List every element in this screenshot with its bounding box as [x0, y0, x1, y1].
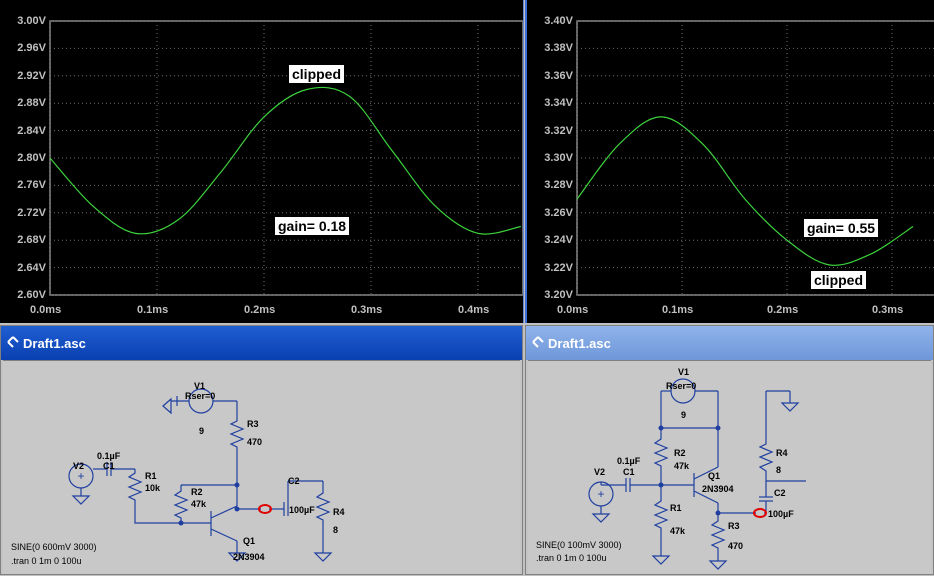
label-r2-left: R2 [191, 487, 203, 497]
y-tick-label: 3.24V [544, 234, 573, 247]
x-tick-label: 0.3ms [872, 304, 904, 316]
y-tick-label: 3.40V [544, 15, 573, 27]
ltspice-schematic-icon [7, 336, 19, 348]
label-c2-value-right: 100µF [768, 509, 794, 519]
y-tick-label: 3.30V [544, 152, 573, 164]
label-v2-left: V2 [73, 461, 84, 471]
plot-frame [576, 20, 934, 296]
label-v1-left: V1 [194, 381, 205, 391]
x-tick-label: 0.0ms [30, 304, 62, 316]
label-r1-value-left: 10k [145, 483, 161, 493]
annotation-gain-right: gain= 0.55 [804, 219, 879, 237]
schematic-canvas-right[interactable]: + V1 Rser=0 9 R2 47k Q1 2N3904 R4 8 0.1µ… [528, 360, 931, 574]
x-tick-label: 0.1ms [137, 304, 169, 316]
label-q1-right: Q1 [708, 471, 720, 481]
plot-canvas-right [576, 20, 934, 296]
y-tick-label: 2.80V [17, 152, 46, 164]
label-r4-left: R4 [333, 507, 345, 517]
y-tick-label: 2.96V [17, 42, 46, 55]
y-tick-label: 2.84V [17, 124, 46, 137]
y-tick-label: 2.64V [17, 261, 46, 274]
schematic-title-right: Draft1.asc [548, 336, 611, 351]
x-tick-label: 0.4ms [458, 304, 490, 316]
label-c2-value-left: 100µF [289, 505, 315, 515]
x-tick-label: 0.3ms [351, 304, 383, 316]
plot-canvas-left [49, 20, 523, 296]
circuit-diagram-right[interactable]: + V1 Rser=0 9 R2 47k Q1 2N3904 R4 8 0.1µ… [528, 361, 933, 576]
y-tick-label: 3.32V [544, 124, 573, 137]
label-r1-right: R1 [670, 503, 682, 513]
x-tick-label: 0.2ms [767, 304, 799, 316]
circuit-diagram-left[interactable]: + V1 Rser=0 9 R3 470 0.1µF C1 V2 R1 10k … [3, 361, 522, 576]
schematic-canvas-left[interactable]: + V1 Rser=0 9 R3 470 0.1µF C1 V2 R1 10k … [3, 360, 520, 574]
label-r2-value-left: 47k [191, 499, 207, 509]
waveform-plot-left[interactable]: 3.00V 2.96V 2.92V 2.88V 2.84V 2.80V 2.76V 2.72V… [0, 0, 524, 323]
label-c1-value-left: 0.1µF [97, 451, 121, 461]
label-r3-left: R3 [247, 419, 259, 429]
waveform-trace [49, 86, 521, 235]
label-v1-value-right: 9 [681, 410, 686, 420]
schematic-title-left: Draft1.asc [23, 336, 86, 351]
x-tick-label: 0.1ms [662, 304, 694, 316]
y-tick-label: 2.76V [17, 179, 46, 192]
label-tran-left: .tran 0 1m 0 100u [11, 556, 82, 566]
label-v1-value-left: 9 [199, 426, 204, 436]
label-r4-right: R4 [776, 448, 788, 458]
label-r2-value-right: 47k [674, 461, 690, 471]
svg-text:+: + [77, 469, 84, 483]
label-c1-value-right: 0.1µF [617, 456, 641, 466]
ltspice-schematic-icon [532, 336, 544, 348]
schematic-window-left[interactable]: Draft1.asc + V1 Rser=0 9 R3 470 0.1µF C1… [0, 325, 523, 575]
label-r3-right: R3 [728, 521, 740, 531]
annotation-clipped-top: clipped [289, 65, 345, 83]
x-tick-label: 0.2ms [244, 304, 276, 316]
svg-text:+: + [597, 487, 604, 501]
label-q1-left: Q1 [243, 536, 255, 546]
y-tick-label: 3.34V [544, 97, 573, 110]
annotation-clipped-bottom: clipped [811, 271, 867, 289]
label-c2-right: C2 [774, 488, 786, 498]
label-rser-left: Rser=0 [185, 391, 215, 401]
schematic-titlebar-left[interactable]: Draft1.asc [1, 326, 522, 360]
waveform-plot-right[interactable]: 3.40V 3.38V 3.36V 3.34V 3.32V 3.30V 3.28V 3.26V… [525, 0, 934, 323]
y-tick-label: 3.26V [544, 206, 573, 219]
schematic-titlebar-right[interactable]: Draft1.asc [526, 326, 933, 360]
y-tick-label: 2.92V [17, 69, 46, 82]
label-r1-value-right: 47k [670, 526, 686, 536]
y-tick-label: 3.38V [544, 42, 573, 55]
label-sine-left: SINE(0 600mV 3000) [11, 542, 97, 552]
y-tick-label: 2.72V [17, 206, 46, 219]
y-tick-label: 2.60V [17, 289, 46, 301]
y-tick-label: 3.22V [544, 261, 573, 274]
label-r3-value-left: 470 [247, 437, 262, 447]
label-tran-right: .tran 0 1m 0 100u [536, 553, 607, 563]
y-tick-label: 2.88V [17, 97, 46, 110]
label-q1-value-left: 2N3904 [233, 552, 265, 562]
y-tick-label: 3.28V [544, 179, 573, 192]
label-sine-right: SINE(0 100mV 3000) [536, 540, 622, 550]
label-r1-left: R1 [145, 471, 157, 481]
annotation-gain-left: gain= 0.18 [275, 217, 350, 235]
y-tick-label: 3.36V [544, 69, 573, 82]
waveform-trace [576, 116, 914, 266]
label-r4-value-left: 8 [333, 525, 338, 535]
label-r2-right: R2 [674, 448, 686, 458]
x-tick-label: 0.0ms [557, 304, 589, 316]
y-tick-label: 3.00V [17, 15, 46, 27]
y-tick-label: 3.20V [544, 289, 573, 301]
schematic-window-right[interactable]: Draft1.asc + V1 Rser=0 9 R2 47k Q1 2N390… [525, 325, 934, 575]
label-r4-value-right: 8 [776, 465, 781, 475]
label-c1-right: C1 [623, 467, 635, 477]
label-v1-right: V1 [678, 367, 689, 377]
label-v2-right: V2 [594, 467, 605, 477]
label-c2-left: C2 [288, 476, 300, 486]
label-rser-right: Rser=0 [666, 381, 696, 391]
label-c1-left: C1 [103, 461, 115, 471]
label-r3-value-right: 470 [728, 541, 743, 551]
y-tick-label: 2.68V [17, 234, 46, 247]
label-q1-value-right: 2N3904 [702, 484, 734, 494]
